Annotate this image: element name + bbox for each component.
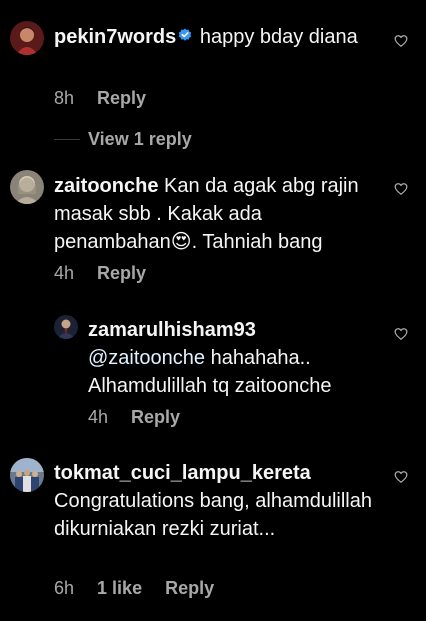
comment-message-continued: . Tahniah bang [191,231,323,253]
view-replies-label: View 1 reply [88,128,192,149]
comment-time: 6h [54,578,75,598]
comment-tokmat-cuci-lampu-kereta: tokmat_cuci_lampu_kereta Congratulations… [0,448,426,608]
view-replies-button[interactable]: View 1 reply [54,128,192,150]
heart-outline-icon[interactable] [394,182,408,196]
comment-body: tokmat_cuci_lampu_kereta Congratulations… [54,459,372,543]
comment-pekin7words: pekin7words happy bday diana 8h Reply [0,0,426,120]
verified-badge-icon [178,22,192,50]
avatar-tokmat[interactable] [10,458,44,492]
heart-outline-icon[interactable] [394,327,408,341]
comment-meta: 4h Reply [54,262,146,284]
reply-button[interactable]: Reply [97,88,146,108]
comment-username[interactable]: zaitoonche [54,175,158,197]
reply-button[interactable]: Reply [131,407,180,427]
avatar-pekin7words[interactable] [10,21,44,55]
reply-body: zamarulhisham93 @zaitoonche hahahaha.. A… [88,316,380,400]
comment-username[interactable]: tokmat_cuci_lampu_kereta [54,462,311,484]
avatar-zamarulhisham93[interactable] [54,315,78,339]
comment-likes[interactable]: 1 like [97,578,142,598]
heart-outline-icon[interactable] [394,470,408,484]
comment-meta: 8h Reply [54,87,146,109]
comment-message: Congratulations bang, alhamdulillah diku… [54,490,372,540]
reply-username[interactable]: zamarulhisham93 [88,319,256,341]
heart-outline-icon[interactable] [394,34,408,48]
comment-body: pekin7words happy bday diana [54,23,384,51]
comment-message: happy bday diana [199,26,358,48]
view-replies-divider [54,138,80,140]
comment-zaitoonche: zaitoonche Kan da agak abg rajin masak s… [0,160,426,290]
reply-button[interactable]: Reply [97,263,146,283]
reply-button[interactable]: Reply [165,578,214,598]
comment-meta: 6h 1 like Reply [54,577,214,599]
heart-eyes-emoji: 😍 [170,231,192,253]
reply-zamarulhisham93: zamarulhisham93 @zaitoonche hahahaha.. A… [0,305,426,435]
avatar-zaitoonche[interactable] [10,170,44,204]
comment-body: zaitoonche Kan da agak abg rajin masak s… [54,172,380,256]
comment-time: 4h [54,263,75,283]
reply-mention-link[interactable]: @zaitoonche [88,347,205,369]
comment-time: 8h [54,88,75,108]
reply-time: 4h [88,407,109,427]
comment-username[interactable]: pekin7words [54,26,176,48]
reply-meta: 4h Reply [88,406,180,428]
